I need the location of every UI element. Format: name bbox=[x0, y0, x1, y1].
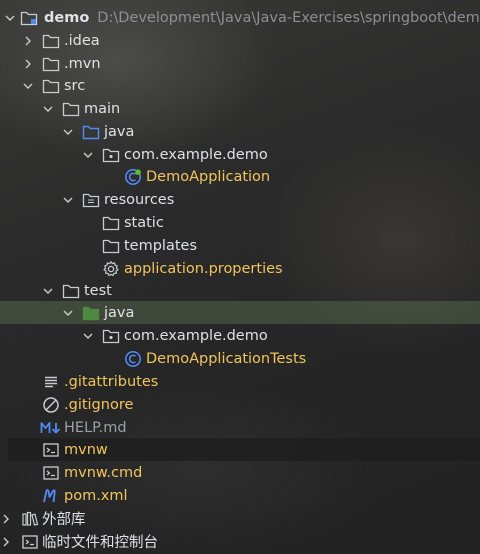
package-label: com.example.demo bbox=[124, 146, 268, 163]
module-folder-icon bbox=[20, 9, 38, 27]
file-label: .gitattributes bbox=[64, 373, 159, 390]
package-icon bbox=[102, 146, 120, 164]
folder-label: static bbox=[124, 214, 164, 231]
folder-label: java bbox=[104, 123, 135, 140]
folder-icon bbox=[102, 237, 120, 255]
folder-icon bbox=[62, 100, 80, 118]
folder-label: .mvn bbox=[64, 55, 101, 72]
folder-icon bbox=[62, 282, 80, 300]
class-label: DemoApplicationTests bbox=[146, 350, 307, 367]
chevron-down-icon[interactable] bbox=[60, 192, 76, 208]
class-icon bbox=[124, 350, 142, 368]
project-path: D:\Development\Java\Java-Exercises\sprin… bbox=[97, 9, 480, 26]
tree-row-demo[interactable]: demo D:\Development\Java\Java-Exercises\s… bbox=[0, 6, 480, 29]
file-label: mvnw.cmd bbox=[64, 464, 143, 481]
chevron-right-icon[interactable] bbox=[0, 511, 14, 527]
tree-row-main-package[interactable]: com.example.demo bbox=[0, 143, 480, 166]
folder-icon bbox=[42, 55, 60, 73]
project-name: demo bbox=[44, 9, 90, 26]
tree-row-gitignore[interactable]: .gitignore bbox=[0, 393, 480, 416]
folder-label: .idea bbox=[64, 32, 100, 49]
chevron-down-icon[interactable] bbox=[60, 305, 76, 321]
text-file-icon bbox=[42, 373, 60, 391]
file-label: HELP.md bbox=[64, 419, 127, 436]
chevron-right-icon[interactable] bbox=[0, 534, 14, 550]
tree-row-mvn[interactable]: .mvn bbox=[0, 52, 480, 75]
terminal-icon bbox=[42, 464, 60, 482]
chevron-right-icon[interactable] bbox=[20, 56, 36, 72]
ignore-file-icon bbox=[42, 396, 60, 414]
tree-row-pom-xml[interactable]: pom.xml bbox=[0, 484, 480, 507]
test-folder-icon bbox=[82, 304, 100, 322]
file-label: application.properties bbox=[124, 260, 283, 277]
external-libraries-label: 外部库 bbox=[42, 512, 86, 528]
folder-label: java bbox=[104, 304, 135, 321]
folder-label: resources bbox=[104, 191, 175, 208]
terminal-icon bbox=[42, 441, 60, 459]
scratches-label: 临时文件和控制台 bbox=[42, 535, 158, 551]
chevron-right-icon[interactable] bbox=[20, 33, 36, 49]
folder-icon bbox=[42, 77, 60, 95]
markdown-icon bbox=[40, 419, 62, 437]
chevron-down-icon[interactable] bbox=[40, 283, 56, 299]
tree-row-main-java[interactable]: java bbox=[0, 120, 480, 143]
tree-row-main[interactable]: main bbox=[0, 97, 480, 120]
folder-label: main bbox=[84, 100, 121, 117]
chevron-down-icon[interactable] bbox=[2, 10, 18, 26]
tree-row-templates[interactable]: templates bbox=[0, 234, 480, 257]
folder-icon bbox=[42, 32, 60, 50]
tree-row-src[interactable]: src bbox=[0, 74, 480, 97]
chevron-down-icon[interactable] bbox=[80, 328, 96, 344]
tree-row-help-md[interactable]: HELP.md bbox=[0, 416, 480, 439]
class-label: DemoApplication bbox=[146, 168, 271, 185]
chevron-down-icon[interactable] bbox=[40, 101, 56, 117]
file-label: mvnw bbox=[64, 441, 108, 458]
tree-row-gitattributes[interactable]: .gitattributes bbox=[0, 370, 480, 393]
package-label: com.example.demo bbox=[124, 327, 268, 344]
tree-row-scratches[interactable]: 临时文件和控制台 bbox=[0, 530, 480, 553]
folder-label: test bbox=[84, 282, 112, 299]
folder-label: templates bbox=[124, 237, 198, 254]
tree-row-test-package[interactable]: com.example.demo bbox=[0, 324, 480, 347]
folder-label: src bbox=[64, 77, 86, 94]
tree-row-demo-application[interactable]: DemoApplication bbox=[0, 165, 480, 188]
tree-row-demo-application-tests[interactable]: DemoApplicationTests bbox=[0, 347, 480, 370]
scratch-icon bbox=[21, 533, 39, 551]
gear-icon bbox=[102, 260, 120, 278]
tree-row-static[interactable]: static bbox=[0, 211, 480, 234]
tree-row-resources[interactable]: resources bbox=[0, 188, 480, 211]
maven-icon bbox=[42, 487, 60, 505]
tree-row-mvnw[interactable]: mvnw bbox=[8, 438, 480, 461]
tree-row-idea[interactable]: .idea bbox=[0, 29, 480, 52]
resources-folder-icon bbox=[82, 191, 100, 209]
chevron-down-icon[interactable] bbox=[60, 124, 76, 140]
folder-icon bbox=[102, 214, 120, 232]
tree-row-test[interactable]: test bbox=[0, 279, 480, 302]
file-label: .gitignore bbox=[64, 396, 134, 413]
tree-row-external-libraries[interactable]: 外部库 bbox=[0, 507, 480, 530]
library-icon bbox=[21, 510, 39, 528]
project-tree: demo D:\Development\Java\Java-Exercises\s… bbox=[0, 0, 480, 554]
source-folder-icon bbox=[82, 123, 100, 141]
package-icon bbox=[102, 327, 120, 345]
chevron-down-icon[interactable] bbox=[80, 147, 96, 163]
tree-row-application-properties[interactable]: application.properties bbox=[0, 257, 480, 280]
tree-row-test-java[interactable]: java bbox=[0, 301, 480, 324]
tree-row-mvnw-cmd[interactable]: mvnw.cmd bbox=[0, 461, 480, 484]
spring-boot-class-icon bbox=[124, 168, 142, 186]
chevron-down-icon[interactable] bbox=[20, 78, 36, 94]
file-label: pom.xml bbox=[64, 487, 128, 504]
